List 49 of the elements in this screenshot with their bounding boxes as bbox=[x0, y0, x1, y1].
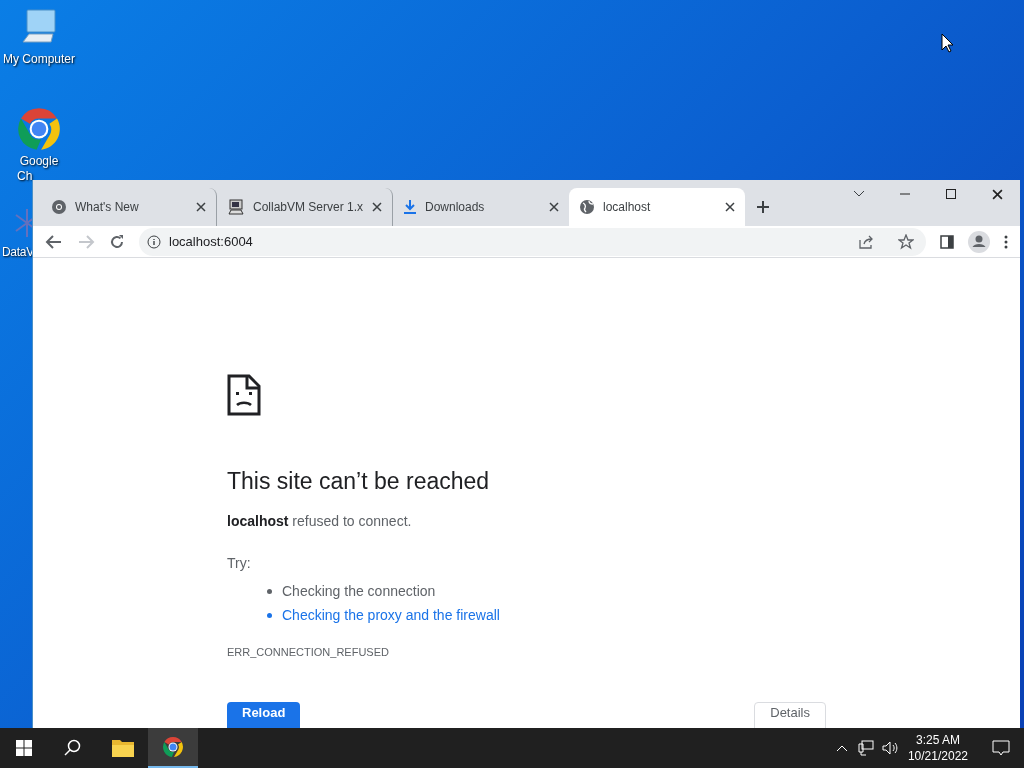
close-icon[interactable] bbox=[372, 202, 382, 212]
taskbar-app-button[interactable] bbox=[148, 728, 198, 768]
maximize-icon[interactable] bbox=[946, 189, 956, 199]
desktop-icon-label[interactable]: Ch bbox=[0, 169, 33, 184]
browser-tab[interactable]: Downloads bbox=[393, 188, 569, 226]
bullet-icon bbox=[267, 588, 272, 594]
chevron-up-icon[interactable] bbox=[835, 744, 848, 752]
browser-tab[interactable]: What's New bbox=[41, 188, 217, 226]
windows-icon bbox=[16, 740, 32, 756]
clock-date[interactable]: 10/21/2022 bbox=[907, 748, 968, 764]
reload-icon[interactable] bbox=[109, 233, 125, 250]
volume-icon[interactable] bbox=[881, 740, 898, 756]
sad-page-icon bbox=[227, 374, 261, 416]
network-icon[interactable] bbox=[857, 740, 874, 756]
reload-button[interactable]: Reload bbox=[227, 702, 301, 728]
try-label: Try: bbox=[227, 554, 252, 573]
close-icon[interactable] bbox=[196, 202, 206, 212]
menu-icon[interactable] bbox=[1004, 234, 1008, 249]
suggestion-text: Checking the connection bbox=[282, 581, 436, 601]
new-tab-icon[interactable] bbox=[756, 200, 770, 214]
suggestion-link[interactable]: Checking the proxy and the firewall bbox=[282, 604, 500, 626]
close-icon[interactable] bbox=[991, 188, 1003, 200]
folder-icon bbox=[111, 738, 135, 758]
bullet-icon bbox=[267, 612, 272, 618]
error-code: ERR_CONNECTION_REFUSED bbox=[227, 645, 390, 660]
address-bar[interactable]: localhost:6004 bbox=[139, 227, 926, 256]
side-panel-icon[interactable] bbox=[940, 234, 954, 249]
error-message: localhost refused to connect. bbox=[227, 512, 413, 531]
browser-tab[interactable]: CollabVM Server 1.x bbox=[217, 188, 393, 226]
error-heading: This site can’t be reached bbox=[227, 467, 491, 496]
clock-time[interactable]: 3:25 AM bbox=[915, 732, 960, 748]
browser-tab[interactable]: localhost bbox=[569, 188, 745, 226]
notification-icon[interactable] bbox=[992, 740, 1010, 756]
star-icon[interactable] bbox=[898, 233, 914, 250]
desktop-icon-label[interactable]: Google bbox=[19, 154, 59, 169]
close-icon[interactable] bbox=[725, 202, 735, 212]
profile-icon[interactable] bbox=[968, 230, 990, 253]
info-icon bbox=[147, 234, 161, 249]
globe-icon bbox=[579, 199, 595, 215]
search-icon bbox=[64, 739, 82, 757]
download-icon bbox=[403, 199, 417, 215]
details-button[interactable]: Details bbox=[754, 702, 826, 728]
back-icon[interactable] bbox=[45, 233, 63, 250]
share-icon[interactable] bbox=[858, 233, 874, 250]
computer-icon bbox=[227, 198, 245, 216]
desktop-icon-label[interactable]: My Computer bbox=[3, 52, 75, 67]
tab-search-chevron-icon[interactable] bbox=[853, 190, 865, 198]
mouse-cursor-icon bbox=[941, 33, 954, 53]
close-icon[interactable] bbox=[549, 202, 559, 212]
